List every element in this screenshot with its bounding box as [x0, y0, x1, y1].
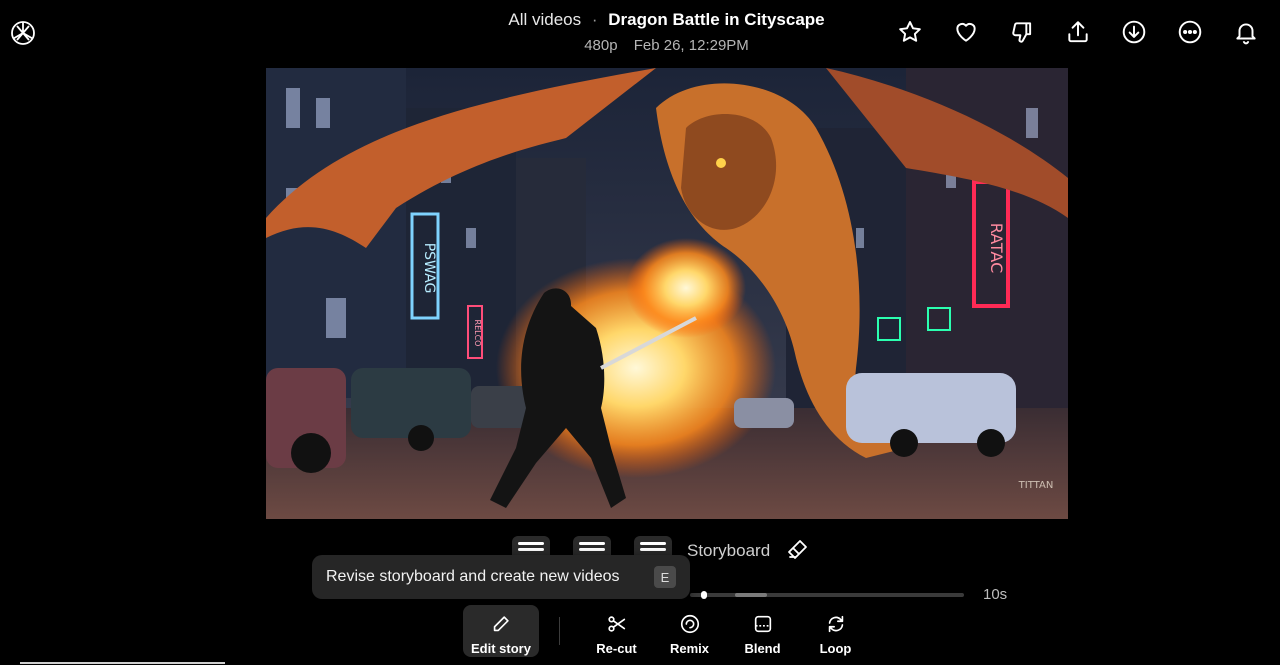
edit-story-button[interactable]: Edit story	[463, 605, 539, 657]
notifications-button[interactable]	[1218, 16, 1274, 48]
remix-icon	[680, 614, 699, 634]
blend-icon	[754, 615, 771, 633]
edit-toolbar: Edit story Re-cut Remix Blend Loop	[463, 605, 872, 657]
video-title: Dragon Battle in Cityscape	[608, 10, 825, 29]
heart-icon	[956, 22, 976, 42]
tooltip-shortcut-key: E	[654, 566, 676, 588]
star-icon	[899, 21, 921, 42]
share-icon	[1068, 21, 1088, 43]
loop-icon	[828, 615, 843, 633]
tooltip-text: Revise storyboard and create new videos	[326, 568, 620, 585]
more-options-button[interactable]	[1162, 16, 1218, 48]
bell-icon	[1236, 23, 1256, 45]
video-player[interactable]: PSWAG RELCO RATAC TITTAN	[266, 68, 1068, 519]
app-root: All videos · Dragon Battle in Cityscape …	[0, 0, 1280, 665]
timeline-playhead[interactable]	[701, 591, 707, 599]
brush-icon	[788, 539, 808, 559]
thumbs-down-icon	[1012, 22, 1032, 43]
recut-button[interactable]: Re-cut	[580, 605, 653, 657]
neon-sign-right: RATAC	[987, 223, 1006, 274]
loop-button[interactable]: Loop	[799, 605, 872, 657]
clear-storyboard-button[interactable]	[786, 537, 810, 566]
storyboard-label[interactable]: Storyboard	[687, 541, 770, 561]
timeline-scrubber[interactable]	[690, 591, 964, 599]
timeline-segment	[735, 593, 767, 597]
more-icon	[1178, 20, 1202, 44]
favorite-button[interactable]	[882, 16, 938, 48]
loop-label: Loop	[819, 641, 852, 656]
neon-sign-left-2: RELCO	[473, 320, 482, 347]
remix-button[interactable]: Remix	[653, 605, 726, 657]
pencil-icon	[493, 616, 509, 632]
recut-label: Re-cut	[596, 641, 637, 656]
scissors-icon	[607, 616, 625, 632]
video-resolution: 480p	[584, 37, 618, 54]
blend-button[interactable]: Blend	[726, 605, 799, 657]
breadcrumb-all-videos[interactable]: All videos	[508, 10, 581, 29]
header-actions	[882, 16, 1274, 48]
breadcrumb-separator: ·	[591, 10, 598, 29]
dislike-button[interactable]	[994, 16, 1050, 48]
download-icon	[1122, 20, 1146, 44]
video-watermark: TITTAN	[1018, 480, 1054, 491]
bottom-progress-line	[20, 662, 225, 664]
neon-sign-left: PSWAG	[421, 243, 437, 294]
remix-label: Remix	[669, 641, 710, 656]
video-duration: 10s	[983, 586, 1008, 603]
download-button[interactable]	[1106, 16, 1162, 48]
like-button[interactable]	[938, 16, 994, 48]
toolbar-divider	[559, 617, 560, 645]
edit-story-label: Edit story	[471, 641, 531, 656]
blend-label: Blend	[744, 641, 781, 656]
share-button[interactable]	[1050, 16, 1106, 48]
video-timestamp: Feb 26, 12:29PM	[633, 37, 749, 54]
video-frame-image: PSWAG RELCO RATAC TITTAN	[266, 68, 1068, 519]
edit-story-tooltip: Revise storyboard and create new videos …	[312, 555, 690, 599]
